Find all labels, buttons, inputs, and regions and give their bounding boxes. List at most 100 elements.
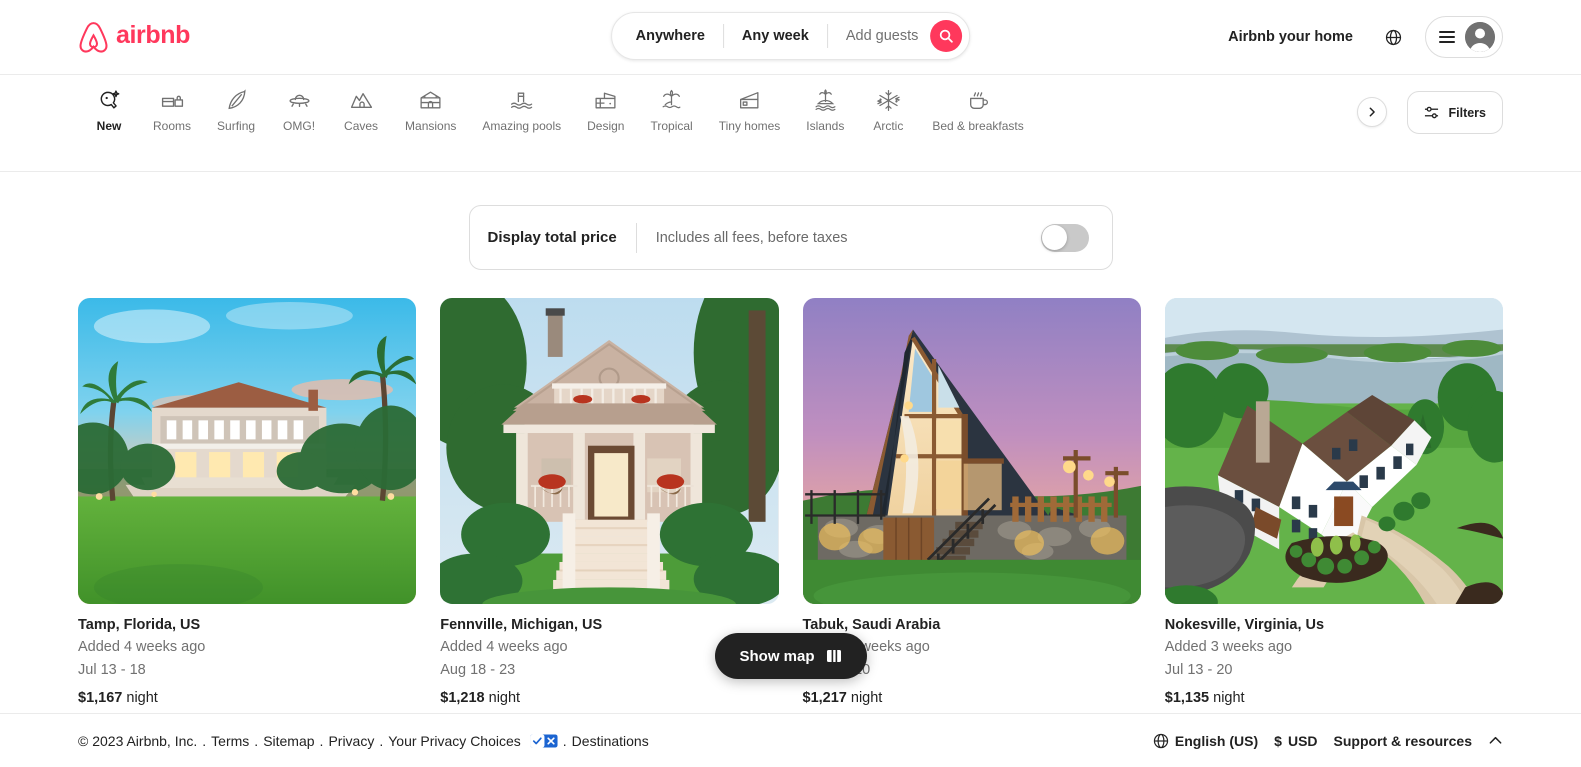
new-sparkle-icon [97, 87, 122, 113]
listing-image[interactable] [440, 298, 779, 604]
listing-price-unit: night [488, 689, 521, 706]
listing-dates: Jul 13 - 20 [1164, 661, 1233, 678]
user-menu-button[interactable] [1425, 16, 1503, 58]
footer-sep: . [319, 732, 324, 749]
display-total-price-switch[interactable] [1040, 223, 1089, 252]
listing-price-value: $1,218 [440, 689, 485, 706]
category-surfing[interactable]: Surfing [204, 87, 268, 142]
category-label: OMG! [283, 119, 316, 133]
footer-currency-label: USD [1287, 732, 1318, 749]
listing-card[interactable]: Tamp, Florida, US Added 4 weeks ago Jul … [78, 298, 417, 706]
listing-title: Tamp, Florida, US [78, 617, 201, 633]
category-islands[interactable]: Islands [793, 87, 857, 142]
listing-price-unit: night [1213, 689, 1245, 706]
price-toggle-divider [635, 222, 637, 253]
listing-price-value: $1,217 [802, 689, 847, 706]
hamburger-icon [1439, 30, 1455, 44]
price-toggle-subtitle: Includes all fees, before taxes [655, 229, 848, 246]
category-label: Bed & breakfasts [932, 119, 1024, 133]
footer-link-sitemap[interactable]: Sitemap [263, 733, 314, 749]
filters-button[interactable]: Filters [1407, 91, 1503, 134]
footer-link-privacy[interactable]: Privacy [328, 733, 374, 749]
airbnb-logo[interactable]: airbnb [78, 21, 190, 54]
snowflake-icon [876, 87, 901, 113]
category-bed-and-breakfasts[interactable]: Bed & breakfasts [919, 87, 1036, 142]
palm-tree-icon [659, 87, 684, 113]
listing-price: $1,135 night [1165, 690, 1503, 706]
aerial-lakehouse-image [1164, 298, 1503, 604]
privacy-choices-icon[interactable] [530, 733, 558, 748]
footer-language-selector[interactable]: English (US) [1153, 733, 1258, 749]
footer-copyright: © 2023 Airbnb, Inc. [78, 732, 198, 749]
design-house-icon [593, 87, 618, 113]
category-arctic[interactable]: Arctic [857, 87, 919, 142]
category-amazing-pools[interactable]: Amazing pools [469, 87, 574, 142]
switch-knob [1042, 225, 1067, 250]
category-label: Arctic [873, 119, 904, 133]
show-map-button[interactable]: Show map [714, 633, 867, 679]
footer-support-label: Support & resources [1333, 732, 1472, 749]
search-bar[interactable]: Anywhere Any week Add guests [610, 12, 971, 60]
footer-language-label: English (US) [1174, 732, 1259, 749]
category-label: Caves [344, 119, 379, 133]
language-button[interactable] [1373, 17, 1413, 57]
category-label: Mansions [405, 119, 457, 133]
category-label: Tiny homes [718, 119, 781, 133]
logo-wordmark: airbnb [116, 21, 190, 49]
search-icon [940, 29, 954, 43]
category-mansions[interactable]: Mansions [392, 87, 469, 142]
listing-price: $1,217 night [803, 690, 1141, 706]
listing-title: Nokesville, Virginia, Us [1164, 617, 1325, 633]
category-omg[interactable]: OMG! [268, 87, 330, 142]
category-new[interactable]: New [78, 87, 140, 142]
listing-image[interactable] [78, 298, 417, 604]
site-header: airbnb Anywhere Any week Add guests Airb… [0, 0, 1581, 75]
header-actions: Airbnb your home [1214, 16, 1503, 58]
host-your-home-link[interactable]: Airbnb your home [1214, 17, 1367, 57]
search-where[interactable]: Anywhere [612, 28, 723, 44]
listing-price-value: $1,167 [78, 689, 123, 706]
a-frame-cabin-twilight-image [802, 298, 1141, 604]
category-label: Islands [806, 119, 845, 133]
footer-link-your-privacy-choices[interactable]: Your Privacy Choices [388, 733, 521, 749]
category-design[interactable]: Design [574, 87, 637, 142]
listing-price: $1,218 night [440, 690, 778, 706]
categories-next-button[interactable] [1357, 97, 1388, 127]
listing-added: Added 3 weeks ago [1164, 639, 1293, 656]
listing-image[interactable] [802, 298, 1141, 604]
filters-label: Filters [1448, 105, 1486, 120]
search-submit-button[interactable] [930, 20, 963, 52]
listing-price-value: $1,135 [1164, 689, 1210, 706]
pool-icon [509, 87, 534, 113]
listing-title: Tabuk, Saudi Arabia [802, 617, 941, 633]
search-when[interactable]: Any week [724, 28, 827, 44]
search-guests[interactable]: Add guests [828, 28, 931, 44]
category-tiny-homes[interactable]: Tiny homes [706, 87, 794, 142]
category-tropical[interactable]: Tropical [637, 87, 705, 142]
footer-sep: . [254, 732, 259, 749]
footer-currency-selector[interactable]: $ USD [1274, 733, 1317, 749]
category-caves[interactable]: Caves [330, 87, 392, 142]
footer-support-link[interactable]: Support & resources [1334, 733, 1472, 749]
chevron-up-icon [1489, 736, 1502, 744]
map-icon [826, 650, 841, 662]
category-label: Tropical [650, 119, 693, 133]
listing-image[interactable] [1164, 298, 1503, 604]
listing-dates: Jul 13 - 18 [78, 661, 146, 678]
category-label: Rooms [153, 119, 192, 133]
category-list: New Rooms Surfing OMG! Caves Mansions Am… [78, 87, 1351, 142]
footer-links: © 2023 Airbnb, Inc. . Terms . Sitemap . … [78, 733, 649, 749]
footer-settings: English (US) $ USD Support & resources [1153, 733, 1503, 749]
bed-room-icon [160, 87, 185, 113]
category-bar: New Rooms Surfing OMG! Caves Mansions Am… [0, 75, 1581, 172]
listing-card[interactable]: Nokesville, Virginia, Us Added 3 weeks a… [1164, 298, 1503, 706]
mansion-icon [418, 87, 443, 113]
price-toggle-title: Display total price [487, 229, 617, 246]
listing-added: Added 4 weeks ago [78, 639, 206, 656]
island-icon [813, 87, 838, 113]
footer-link-destinations[interactable]: Destinations [572, 733, 649, 749]
footer-expand-button[interactable] [1488, 733, 1503, 748]
footer-link-terms[interactable]: Terms [211, 733, 249, 749]
category-rooms[interactable]: Rooms [140, 87, 204, 142]
category-label: New [96, 119, 122, 133]
